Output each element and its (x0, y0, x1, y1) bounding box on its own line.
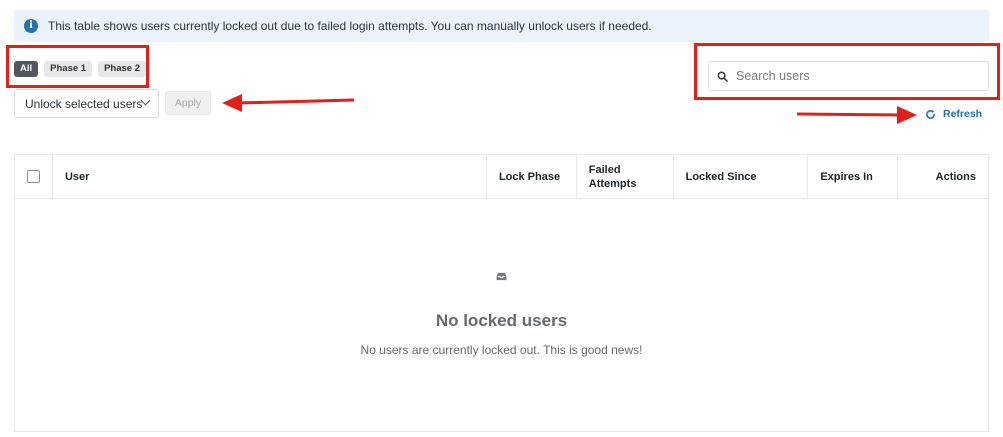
empty-state: No locked users No users are currently l… (15, 200, 988, 430)
refresh-button[interactable]: Refresh (925, 108, 982, 120)
empty-state-message: No users are currently locked out. This … (360, 343, 643, 357)
select-all-cell (15, 155, 52, 198)
column-expires-in[interactable]: Expires In (807, 155, 897, 198)
column-locked-since[interactable]: Locked Since (672, 155, 808, 198)
select-all-checkbox[interactable] (27, 170, 40, 183)
empty-state-title: No locked users (435, 311, 568, 330)
refresh-label: Refresh (943, 108, 983, 120)
locked-users-table: User Lock Phase Failed Attempts Locked S… (14, 154, 989, 432)
annotation-arrow-refresh (796, 106, 917, 124)
annotation-box-filters (6, 45, 149, 88)
inbox-icon (496, 272, 507, 281)
column-failed-attempts[interactable]: Failed Attempts (575, 155, 673, 198)
bulk-action-selected: Unlock selected users (25, 96, 143, 111)
column-user[interactable]: User (51, 155, 486, 198)
table-header: User Lock Phase Failed Attempts Locked S… (15, 155, 988, 199)
column-lock-phase[interactable]: Lock Phase (485, 155, 576, 198)
annotation-arrow-apply (222, 94, 355, 112)
info-icon: i (24, 19, 38, 33)
column-actions: Actions (897, 155, 988, 198)
info-notice: i This table shows users currently locke… (14, 10, 989, 42)
bulk-action-select[interactable]: Unlock selected users (14, 89, 159, 118)
notice-text: This table shows users currently locked … (48, 19, 652, 33)
refresh-icon (926, 109, 935, 119)
apply-button[interactable]: Apply (165, 91, 211, 115)
annotation-box-search (694, 43, 1000, 100)
